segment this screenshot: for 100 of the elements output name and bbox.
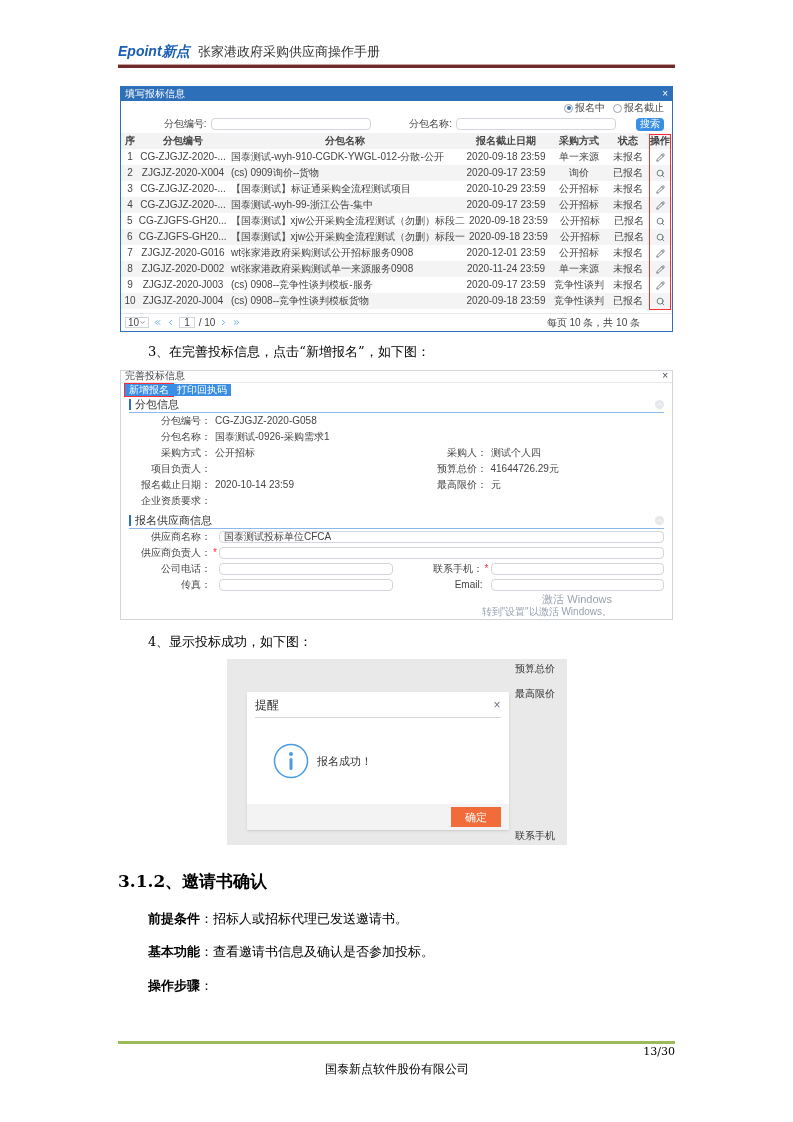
field-value: 测试个人四 [489, 447, 541, 458]
column-header: 操作 [649, 136, 671, 146]
confirm-button[interactable]: 确定 [450, 807, 501, 828]
field-label: 分包编号: [163, 119, 207, 129]
field-label: 预算总价 [514, 662, 555, 677]
window-title: 完善投标信息 [125, 371, 185, 381]
table-cell-text: 未报名 [612, 264, 644, 274]
collapse-icon[interactable] [655, 399, 664, 409]
table-cell-text: 公开招标 [558, 184, 600, 194]
table-cell-text: ZJGJZ-2020-J004 [141, 296, 225, 306]
field-label: 最高限价 [514, 687, 555, 702]
table-cell-text: 8 [126, 264, 134, 274]
input-field[interactable] [219, 546, 664, 559]
page-input[interactable]: 1 [179, 317, 195, 328]
table-cell-text: 未报名 [612, 200, 644, 210]
input-field[interactable] [219, 578, 393, 591]
field-value: 元 [489, 479, 501, 490]
field-value: CG-ZJGJZ-2020-G058 [214, 415, 317, 426]
table-cell: CG-ZJGFS-GH20... [138, 216, 227, 226]
table-cell-text: 2020-09-18 23:59 [467, 216, 549, 226]
input-field[interactable] [210, 118, 371, 130]
table-cell-text: ZJGJZ-2020-G016 [140, 248, 226, 258]
close-button[interactable]: × [662, 89, 668, 99]
radio-button[interactable] [564, 103, 573, 113]
column-header: 分包名称 [323, 136, 366, 146]
column-header: 采购方式 [558, 136, 600, 146]
field-label: 传真： [180, 579, 211, 590]
page-size-select[interactable]: 10 [125, 317, 150, 328]
search-icon[interactable] [655, 168, 665, 178]
table-cell-text: 公开招标 [559, 216, 602, 226]
search-button[interactable]: 搜索 [636, 117, 664, 131]
close-button[interactable]: × [662, 371, 668, 381]
radio-button[interactable] [613, 103, 622, 113]
table-cell-text: 【国泰测试】标证通采购全流程测试项目 [230, 184, 412, 194]
table-cell-text: 【国泰测试】xjw公开采购全流程测试（勿删）标段二 [229, 216, 465, 226]
field-label: 企业资质要求： [140, 495, 211, 506]
required-mark: * [213, 546, 217, 558]
table-cell-text: 2020-09-18 23:59 [465, 152, 547, 162]
edit-icon[interactable] [655, 264, 665, 274]
field-label: 联系手机 [514, 829, 555, 844]
field-label: 供应商名称： [150, 531, 211, 542]
table-cell: CG-ZJGJZ-2020-... [139, 184, 227, 194]
toolbar-button[interactable]: 新增报名 [125, 383, 173, 396]
field-label: 分包名称： [160, 431, 211, 442]
table-cell-text: ZJGJZ-2020-X004 [140, 168, 226, 178]
table-cell-text: 国泰测试-wyh-910-CGDK-YWGL-012-分散-公开 [230, 152, 445, 162]
toolbar-button[interactable]: 打印回执码 [173, 383, 231, 396]
table-cell-text: 已报名 [612, 232, 645, 242]
table-cell-text: 国泰测试-wyh-99-浙江公告-集中 [230, 200, 375, 210]
table-cell-text: 6 [126, 232, 134, 242]
search-icon[interactable] [655, 232, 665, 242]
table-cell-text: 公开招标 [558, 200, 600, 210]
table-cell-text: 未报名 [612, 248, 644, 258]
table-cell-text: ZJGJZ-2020-J003 [141, 280, 225, 290]
edit-icon[interactable] [655, 248, 665, 258]
table-cell-text: 询价 [568, 168, 590, 178]
table-cell-text: 已报名 [612, 168, 644, 178]
field-label: 分包编号： [160, 415, 211, 426]
table-cell-text: 2020-09-17 23:59 [465, 280, 547, 290]
page-number: 13/30 [642, 1043, 675, 1060]
logo: Epoint新点 [118, 44, 190, 58]
column-header: 状态 [616, 136, 639, 146]
section-heading: 3.1.2、邀请书确认 [118, 870, 269, 894]
caption: 3、在完善投标信息，点击“新增报名”，如下图： [148, 343, 431, 361]
table-cell-text: 1 [126, 152, 134, 162]
activation-hint: 转到"设置"以激活 Windows。 [481, 606, 612, 619]
table-cell-text: 2 [126, 168, 134, 178]
input-field[interactable] [219, 562, 393, 575]
table-cell-text: 公开招标 [558, 248, 600, 258]
input-field[interactable] [490, 562, 664, 575]
table-cell-text: 2020-09-17 23:59 [465, 168, 547, 178]
close-button[interactable]: × [493, 695, 501, 714]
collapse-icon[interactable] [655, 515, 664, 525]
dialog-title: 提醒 [254, 696, 279, 714]
field-value: 国泰测试-0926-采购需求1 [214, 431, 330, 442]
section-title: 报名供应商信息 [129, 514, 212, 526]
field-label: 公司电话： [160, 563, 211, 574]
table-cell-text: 未报名 [612, 152, 644, 162]
table-cell-text: (cs) 0909询价--货物 [230, 168, 321, 178]
column-header: 报名截止日期 [475, 136, 537, 146]
search-icon[interactable] [655, 296, 665, 306]
search-icon[interactable] [655, 216, 665, 226]
dialog-message: 报名成功！ [316, 754, 372, 769]
input-field[interactable]: 国泰测试投标单位CFCA [219, 530, 664, 543]
edit-icon[interactable] [655, 280, 665, 290]
activation-title: 激活 Windows [542, 592, 612, 607]
field-label: 报名截止日期： [140, 479, 211, 490]
last-page-icon[interactable] [232, 318, 242, 327]
table-cell-text: 2020-09-18 23:59 [467, 232, 549, 242]
table-cell-text: 未报名 [612, 184, 644, 194]
edit-icon[interactable] [655, 184, 665, 194]
table-cell-text: 单一来源 [558, 152, 600, 162]
page-summary: 每页 10 条，共 10 条 [546, 317, 640, 328]
edit-icon[interactable] [655, 200, 665, 210]
table-cell-text: 竞争性谈判 [553, 296, 605, 306]
input-field[interactable] [456, 118, 616, 130]
first-page-icon[interactable] [153, 318, 163, 327]
edit-icon[interactable] [655, 152, 665, 162]
input-field[interactable] [490, 578, 664, 591]
field-label: 供应商负责人： [140, 547, 211, 558]
